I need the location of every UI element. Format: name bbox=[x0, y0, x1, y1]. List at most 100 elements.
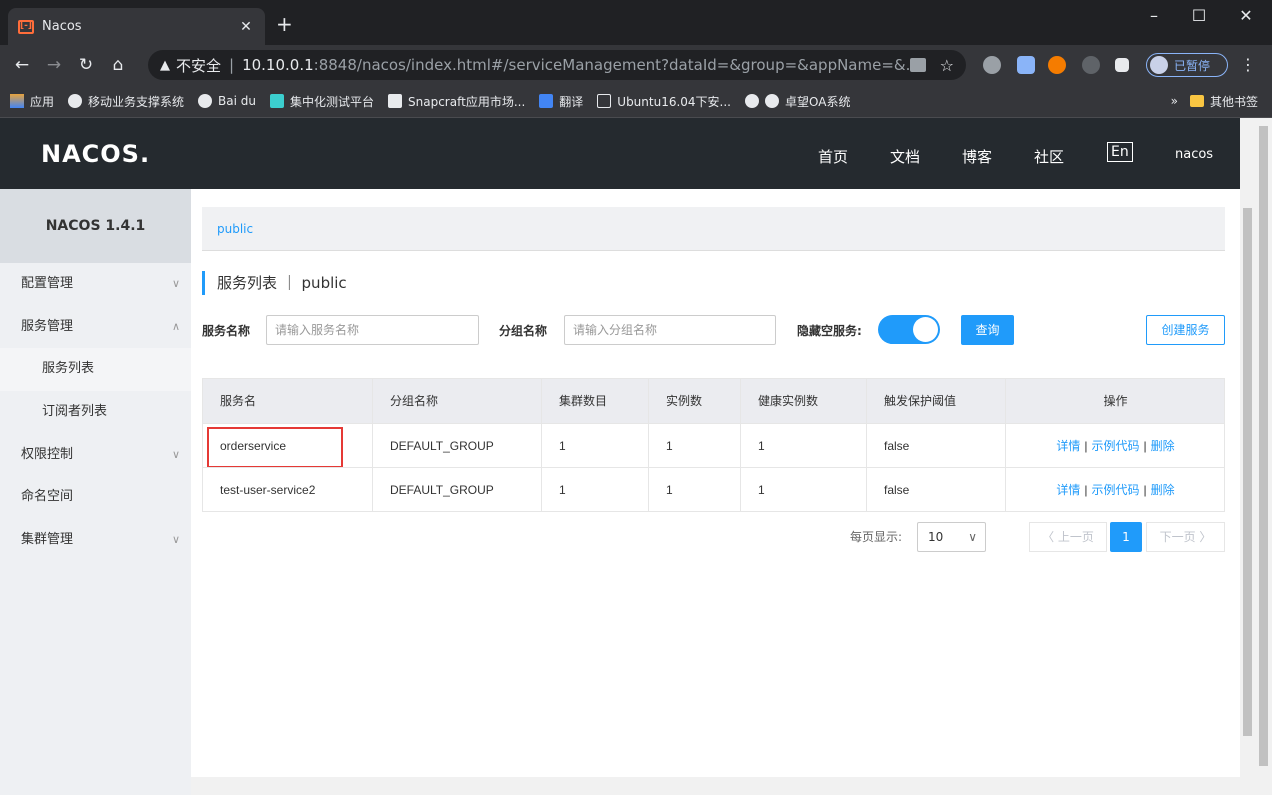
hide-empty-toggle[interactable] bbox=[878, 315, 940, 344]
chevron-down-icon: ∨ bbox=[171, 447, 180, 461]
horizontal-scrollbar[interactable] bbox=[191, 777, 1240, 795]
service-name-input[interactable]: 请输入服务名称 bbox=[266, 315, 479, 345]
bookmark-item[interactable]: 卓望OA系统 bbox=[745, 93, 850, 110]
toggle-knob bbox=[913, 317, 938, 342]
tab-close-icon[interactable]: ✕ bbox=[237, 19, 255, 35]
window-close-icon[interactable]: ✕ bbox=[1236, 6, 1256, 25]
sample-code-link[interactable]: 示例代码 bbox=[1091, 483, 1139, 497]
reload-icon[interactable]: ↻ bbox=[70, 55, 102, 75]
threshold-cell: false bbox=[866, 424, 1005, 468]
language-switch[interactable]: En bbox=[1107, 142, 1133, 162]
query-button[interactable]: 查询 bbox=[961, 315, 1014, 345]
extension-orange-icon[interactable] bbox=[1048, 56, 1066, 74]
sidebar-item-service-list[interactable]: 服务列表 bbox=[0, 348, 191, 392]
scroll-thumb[interactable] bbox=[1243, 208, 1252, 736]
scroll-thumb[interactable] bbox=[1259, 126, 1268, 766]
forward-icon[interactable]: → bbox=[38, 55, 70, 75]
chevron-up-icon: ∧ bbox=[171, 319, 180, 333]
globe-icon bbox=[198, 94, 213, 108]
browser-tab[interactable]: [-] Nacos ✕ bbox=[8, 8, 265, 45]
new-tab-button[interactable]: + bbox=[276, 14, 293, 34]
avatar bbox=[1150, 56, 1168, 74]
sample-code-link[interactable]: 示例代码 bbox=[1091, 439, 1139, 453]
bookmark-item[interactable]: 集中化测试平台 bbox=[270, 93, 374, 110]
prev-page-button[interactable]: 〈 上一页 bbox=[1029, 522, 1107, 552]
globe-icon bbox=[765, 94, 780, 108]
snapcraft-icon bbox=[388, 94, 403, 108]
sidebar-item-service[interactable]: 服务管理 ∧ bbox=[0, 306, 191, 349]
translate-icon[interactable] bbox=[910, 58, 926, 72]
nav-community[interactable]: 社区 bbox=[1034, 146, 1064, 167]
detail-link[interactable]: 详情 bbox=[1056, 483, 1080, 497]
content-scrollbar[interactable] bbox=[1240, 118, 1255, 795]
chevron-down-icon: ∨ bbox=[968, 530, 977, 544]
page-size-select[interactable]: 10 ∨ bbox=[917, 522, 986, 552]
column-header: 触发保护阈值 bbox=[866, 379, 1005, 423]
other-bookmarks[interactable]: 其他书签 bbox=[1210, 93, 1258, 110]
browser-menu-icon[interactable]: ⋮ bbox=[1240, 55, 1256, 74]
sidebar-item-namespace[interactable]: 命名空间 bbox=[0, 476, 191, 519]
nav-home[interactable]: 首页 bbox=[818, 146, 848, 167]
extension-dark-icon[interactable] bbox=[1082, 56, 1100, 74]
sidebar-item-label: 服务列表 bbox=[42, 361, 95, 377]
nacos-logo[interactable]: NACOS. bbox=[41, 140, 150, 168]
extension-blue-icon[interactable] bbox=[1017, 56, 1035, 74]
extensions-puzzle-icon[interactable] bbox=[1115, 58, 1129, 72]
action-separator: | bbox=[1143, 483, 1147, 497]
delete-link[interactable]: 删除 bbox=[1151, 483, 1175, 497]
bookmark-item[interactable]: 移动业务支撑系统 bbox=[68, 93, 184, 110]
sidebar-item-config[interactable]: 配置管理 ∨ bbox=[0, 263, 191, 306]
warning-icon: ▲ bbox=[160, 57, 170, 73]
column-header: 分组名称 bbox=[372, 379, 541, 423]
paused-label: 已暂停 bbox=[1174, 58, 1211, 73]
sidebar-item-label: 权限控制 bbox=[21, 446, 74, 462]
address-bar[interactable]: ▲ 不安全 | 10.10.0.1:8848/nacos/index.html#… bbox=[148, 50, 966, 80]
bookmark-item[interactable]: Bai du bbox=[198, 94, 256, 108]
browser-tabstrip: [-] Nacos ✕ + – ☐ ✕ bbox=[0, 0, 1272, 45]
service-name-cell: orderservice bbox=[220, 439, 287, 453]
instances-cell: 1 bbox=[648, 424, 740, 468]
action-separator: | bbox=[1084, 483, 1088, 497]
profile-paused-button[interactable]: 已暂停 bbox=[1146, 53, 1228, 77]
next-page-button[interactable]: 下一页 〉 bbox=[1146, 522, 1225, 552]
sidebar-item-label: 集群管理 bbox=[21, 532, 74, 548]
column-header: 实例数 bbox=[648, 379, 740, 423]
bookmarks-right: » 其他书签 bbox=[1171, 93, 1258, 110]
bookmark-star-icon[interactable]: ☆ bbox=[940, 56, 954, 75]
nav-blog[interactable]: 博客 bbox=[962, 146, 992, 167]
extension-eye-icon[interactable] bbox=[983, 56, 1001, 74]
table-header: 服务名 分组名称 集群数目 实例数 健康实例数 触发保护阈值 操作 bbox=[203, 379, 1224, 423]
globe-icon bbox=[745, 94, 760, 108]
bookmark-item[interactable]: Snapcraft应用市场... bbox=[388, 93, 525, 110]
detail-link[interactable]: 详情 bbox=[1056, 439, 1080, 453]
create-service-button[interactable]: 创建服务 bbox=[1146, 315, 1225, 345]
action-separator: | bbox=[1084, 439, 1088, 453]
minimize-icon[interactable]: – bbox=[1144, 6, 1164, 25]
bookmark-item[interactable]: Ubuntu16.04下安... bbox=[597, 93, 731, 110]
page-number-button[interactable]: 1 bbox=[1110, 522, 1142, 552]
delete-link[interactable]: 删除 bbox=[1151, 439, 1175, 453]
bookmarks-more-button[interactable]: » bbox=[1171, 94, 1178, 108]
sidebar: NACOS 1.4.1 配置管理 ∨ 服务管理 ∧ 服务列表 订阅者列表 权限控… bbox=[0, 189, 191, 795]
user-menu[interactable]: nacos bbox=[1175, 147, 1213, 162]
column-header: 服务名 bbox=[220, 394, 257, 408]
nav-docs[interactable]: 文档 bbox=[890, 146, 920, 167]
clusters-cell: 1 bbox=[541, 424, 648, 468]
action-separator: | bbox=[1143, 439, 1147, 453]
home-icon[interactable]: ⌂ bbox=[102, 55, 134, 75]
page-title: 服务列表 ｜ public bbox=[202, 271, 347, 295]
sidebar-item-subscribers[interactable]: 订阅者列表 bbox=[0, 391, 191, 434]
test-platform-icon bbox=[270, 94, 284, 108]
service-table: 服务名 分组名称 集群数目 实例数 健康实例数 触发保护阈值 操作 orders… bbox=[202, 378, 1225, 512]
sidebar-item-cluster[interactable]: 集群管理 ∨ bbox=[0, 519, 191, 562]
back-icon[interactable]: ← bbox=[6, 55, 38, 75]
maximize-icon[interactable]: ☐ bbox=[1189, 6, 1209, 25]
page-scrollbar[interactable] bbox=[1255, 118, 1272, 795]
column-header: 健康实例数 bbox=[740, 379, 866, 423]
sidebar-item-label: 配置管理 bbox=[21, 276, 74, 291]
group-name-input[interactable]: 请输入分组名称 bbox=[564, 315, 776, 345]
bookmark-apps[interactable]: 应用 bbox=[10, 93, 54, 110]
breadcrumb[interactable]: public bbox=[202, 207, 1225, 251]
sidebar-item-auth[interactable]: 权限控制 ∨ bbox=[0, 434, 191, 477]
bookmark-item[interactable]: 翻译 bbox=[539, 93, 583, 110]
